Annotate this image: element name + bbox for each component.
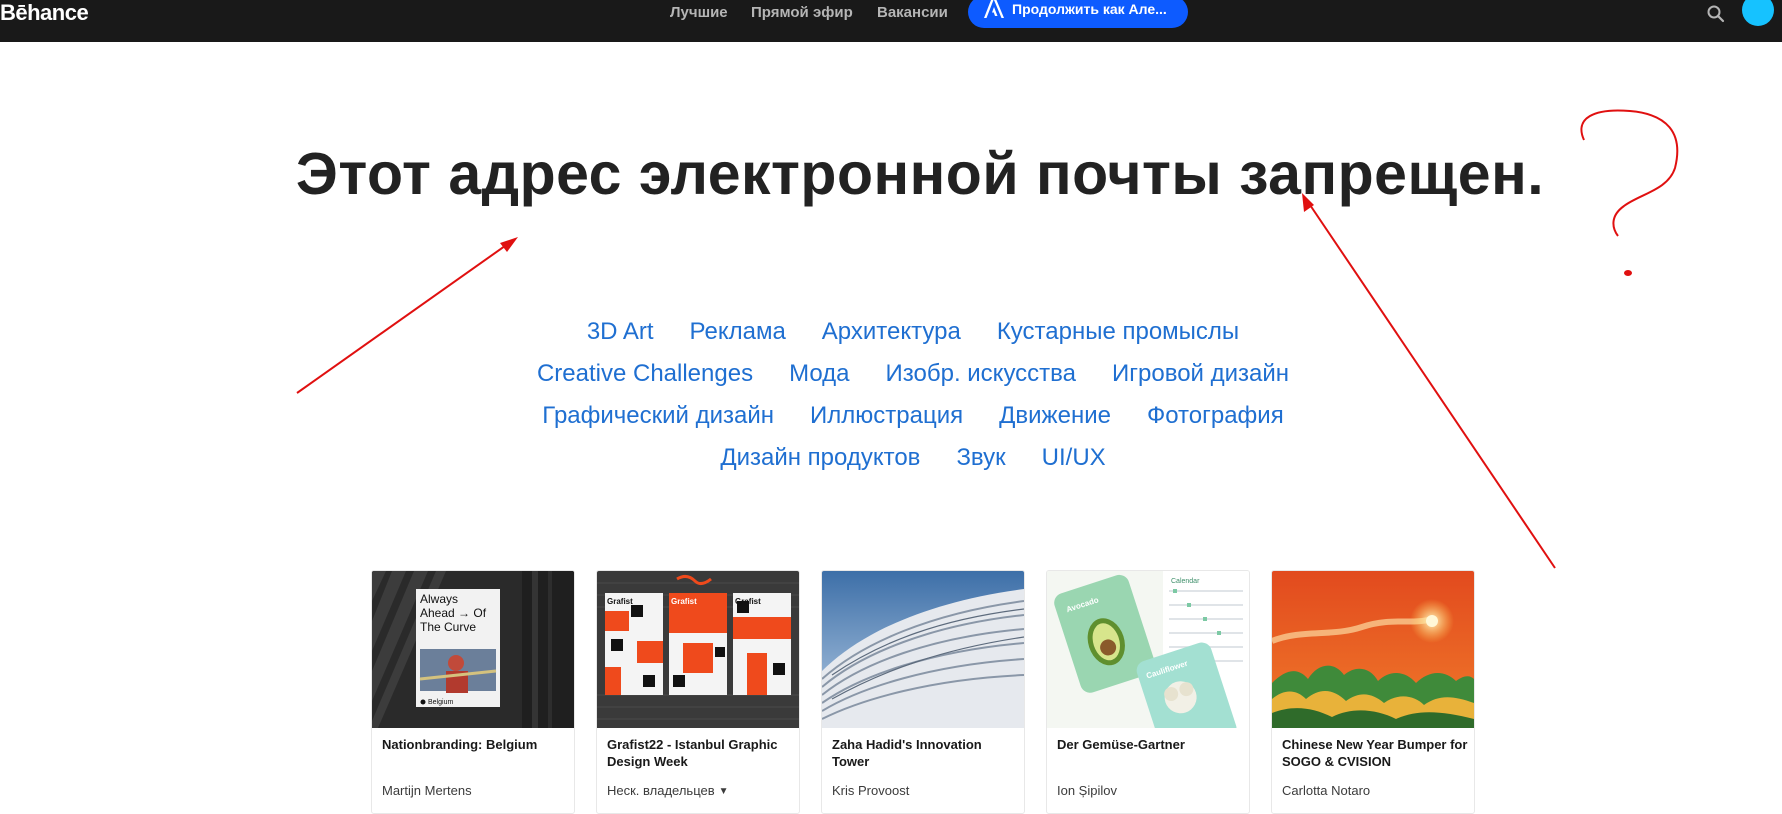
category-links: 3D Art Реклама Архитектура Кустарные про…: [0, 318, 1782, 486]
caret-down-icon: ▼: [718, 786, 729, 797]
owner-name: Ion Șipilov: [1057, 783, 1117, 798]
poster-brand: Grafist: [671, 597, 697, 606]
owner-name: Martijn Mertens: [382, 783, 472, 798]
category-link-fine-arts[interactable]: Изобр. искусства: [886, 360, 1077, 402]
category-row: Дизайн продуктов Звук UI/UX: [0, 444, 1782, 486]
category-row: Графический дизайн Иллюстрация Движение …: [0, 402, 1782, 444]
project-card[interactable]: Always Ahead → Of The Curve Belgium Nati…: [371, 570, 575, 814]
project-thumbnail[interactable]: [1272, 571, 1474, 728]
poster-line: Ahead → Of: [420, 606, 487, 620]
category-link-game-design[interactable]: Игровой дизайн: [1112, 360, 1289, 402]
project-owner[interactable]: Kris Provoost: [832, 783, 1018, 799]
behance-logo[interactable]: Bēhance: [0, 1, 89, 27]
project-title[interactable]: Chinese New Year Bumper for SOGO & CVISI…: [1282, 736, 1468, 770]
project-owner[interactable]: Martijn Mertens: [382, 783, 568, 799]
category-link-advertising[interactable]: Реклама: [690, 318, 786, 360]
category-row: Creative Challenges Мода Изобр. искусств…: [0, 360, 1782, 402]
project-card[interactable]: Grafist Grafist Grafist Grafist22 - Ista…: [596, 570, 800, 814]
project-card[interactable]: Avocado Cauliflower Calendar Der Gemüse-…: [1046, 570, 1250, 814]
project-thumbnail[interactable]: Grafist Grafist Grafist: [597, 571, 799, 728]
poster-brand: Belgium: [428, 699, 453, 706]
category-link-photography[interactable]: Фотография: [1147, 402, 1284, 444]
category-row: 3D Art Реклама Архитектура Кустарные про…: [0, 318, 1782, 360]
category-link-graphic-design[interactable]: Графический дизайн: [542, 402, 774, 444]
project-card[interactable]: Zaha Hadid's Innovation Tower Kris Provo…: [821, 570, 1025, 814]
project-owner[interactable]: Carlotta Notaro: [1282, 783, 1468, 799]
category-link-creative-challenges[interactable]: Creative Challenges: [537, 360, 753, 402]
project-title[interactable]: Grafist22 - Istanbul Graphic Design Week: [607, 736, 793, 770]
category-link-crafts[interactable]: Кустарные промыслы: [997, 318, 1239, 360]
poster-line: The Curve: [420, 620, 476, 634]
top-navigation-bar: Bēhance Лучшие Прямой эфир Вакансии Прод…: [0, 0, 1782, 42]
nav-link-best[interactable]: Лучшие: [670, 5, 728, 21]
category-link-illustration[interactable]: Иллюстрация: [810, 402, 963, 444]
project-title[interactable]: Der Gemüse-Gartner: [1057, 736, 1243, 753]
poster-line: Always: [420, 592, 458, 606]
owner-name: Kris Provoost: [832, 783, 910, 798]
project-card[interactable]: Chinese New Year Bumper for SOGO & CVISI…: [1271, 570, 1475, 814]
multiple-owners-dropdown[interactable]: Неск. владельцев ▼: [607, 783, 793, 800]
project-title[interactable]: Zaha Hadid's Innovation Tower: [832, 736, 1018, 770]
category-link-ui-ux[interactable]: UI/UX: [1042, 444, 1106, 486]
category-link-motion[interactable]: Движение: [999, 402, 1111, 444]
category-link-product-design[interactable]: Дизайн продуктов: [720, 444, 920, 486]
category-link-3d-art[interactable]: 3D Art: [587, 318, 654, 360]
nav-link-livestreams[interactable]: Прямой эфир: [751, 5, 853, 21]
continue-as-user-label: Продолжить как Але...: [1012, 1, 1167, 17]
category-link-architecture[interactable]: Архитектура: [822, 318, 961, 360]
poster-brand: Grafist: [735, 597, 761, 606]
category-link-sound[interactable]: Звук: [956, 444, 1005, 486]
poster-brand: Grafist: [607, 597, 633, 606]
owner-name: Неск. владельцев: [607, 783, 715, 798]
project-owner[interactable]: Ion Șipilov: [1057, 783, 1243, 799]
app-card-label: Calendar: [1171, 578, 1200, 585]
category-link-fashion[interactable]: Мода: [789, 360, 849, 402]
search-icon[interactable]: [1706, 4, 1726, 24]
project-thumbnail[interactable]: Always Ahead → Of The Curve Belgium: [372, 571, 574, 728]
owner-name: Carlotta Notaro: [1282, 783, 1371, 798]
continue-as-user-button[interactable]: Продолжить как Але...: [968, 0, 1188, 28]
page-title: Этот адрес электронной почты запрещен.: [295, 141, 1545, 207]
user-avatar[interactable]: [1742, 0, 1774, 26]
project-title[interactable]: Nationbranding: Belgium: [382, 736, 568, 753]
nav-link-jobs[interactable]: Вакансии: [877, 5, 948, 21]
adobe-icon: [984, 0, 1004, 18]
project-thumbnail[interactable]: Avocado Cauliflower Calendar: [1047, 571, 1249, 728]
project-thumbnail[interactable]: [822, 571, 1024, 728]
